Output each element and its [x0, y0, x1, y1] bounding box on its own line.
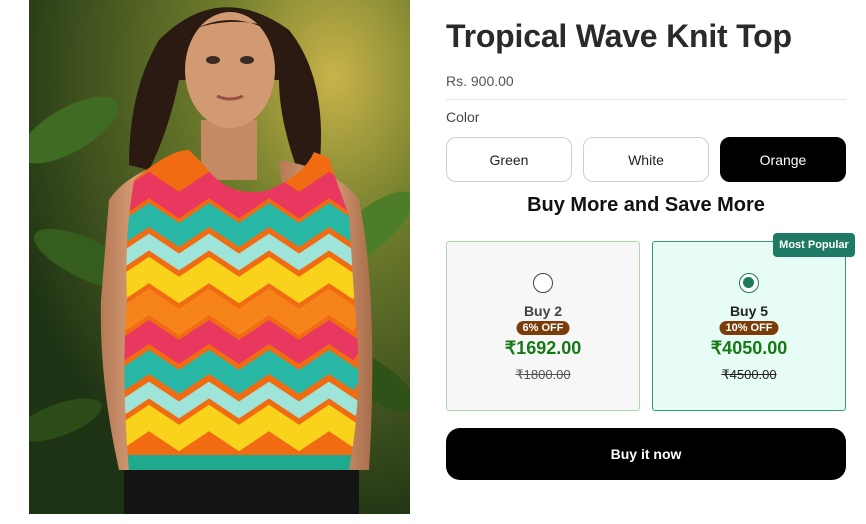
bundle-label: Buy 2 — [523, 303, 563, 319]
bundle-compare-price: ₹4500.00 — [721, 367, 777, 382]
bundle-card-buy-2[interactable]: Buy 2 6% OFF ₹1692.00 ₹1800.00 — [446, 241, 640, 411]
product-price: Rs. 900.00 — [446, 73, 514, 89]
discount-badge: 6% OFF — [516, 321, 570, 335]
buy-now-button[interactable]: Buy it now — [446, 428, 846, 480]
product-image — [29, 0, 410, 514]
divider — [446, 99, 846, 100]
bundle-heading: Buy More and Save More — [527, 194, 765, 216]
bundle-label: Buy 5 — [729, 303, 769, 319]
radio-button[interactable] — [533, 273, 553, 293]
radio-button-selected[interactable] — [739, 273, 759, 293]
discount-badge: 10% OFF — [719, 321, 779, 335]
most-popular-badge: Most Popular — [773, 233, 855, 257]
color-label: Color — [446, 109, 480, 125]
color-option-orange[interactable]: Orange — [720, 137, 846, 182]
color-option-white[interactable]: White — [583, 137, 709, 182]
product-title: Tropical Wave Knit Top — [446, 18, 792, 54]
bundle-compare-price: ₹1800.00 — [515, 367, 571, 382]
bundle-price: ₹4050.00 — [710, 338, 788, 358]
bundle-card-buy-5[interactable]: Buy 5 10% OFF ₹4050.00 ₹4500.00 — [652, 241, 846, 411]
color-option-green[interactable]: Green — [446, 137, 572, 182]
bundle-price: ₹1692.00 — [504, 338, 582, 358]
